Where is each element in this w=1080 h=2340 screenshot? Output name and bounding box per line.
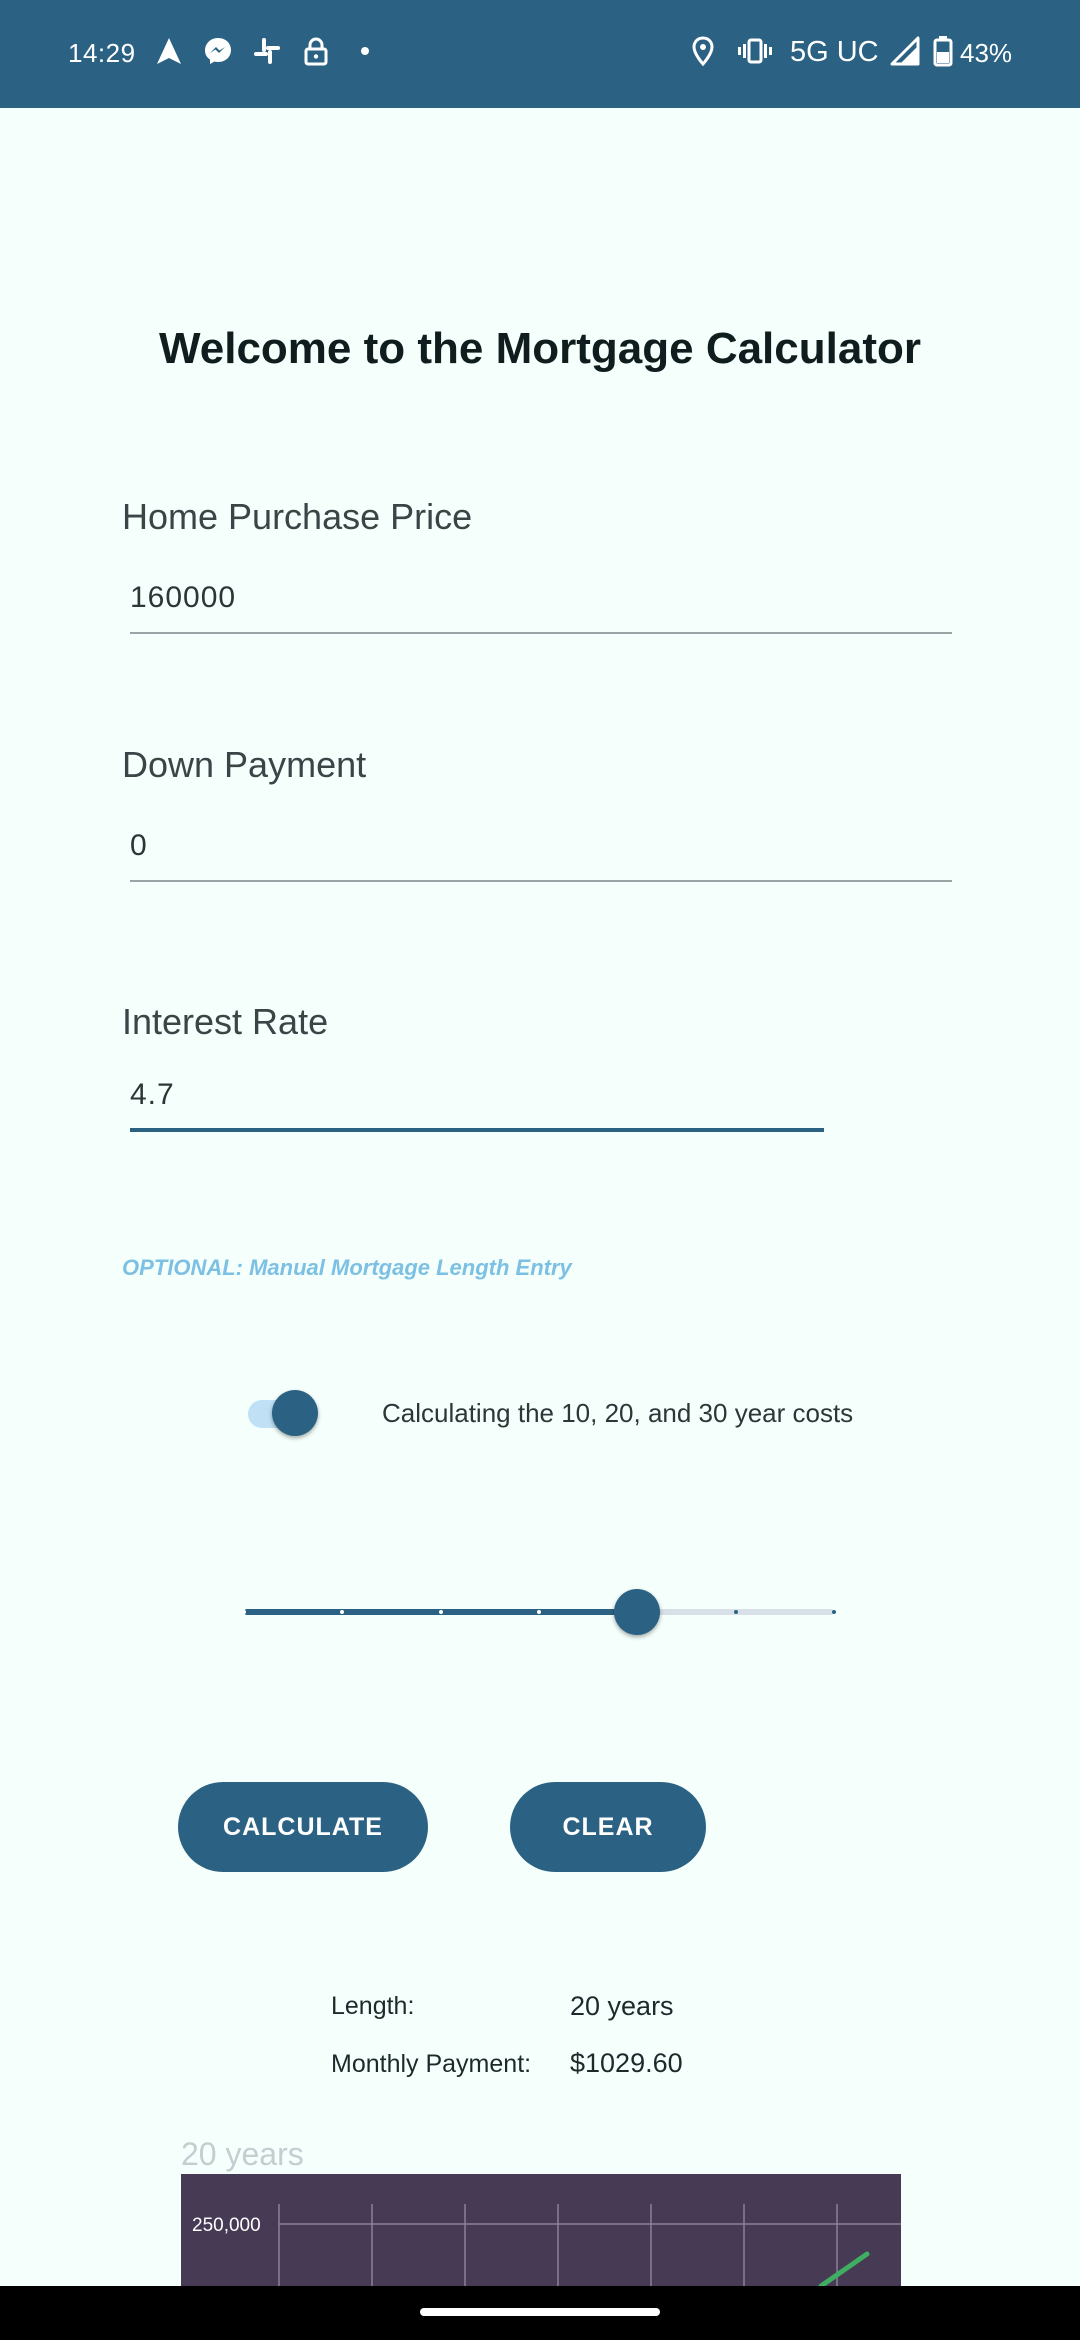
optional-mortgage-length-text: OPTIONAL: Manual Mortgage Length Entry [122, 1255, 572, 1280]
chart-grid [278, 2204, 901, 2286]
slider-tick [438, 1610, 443, 1614]
slider-thumb[interactable] [614, 1589, 661, 1635]
monthly-payment-label: Monthly Payment: [331, 2050, 532, 2078]
lock-icon [299, 34, 333, 68]
notification-dot-icon [348, 34, 382, 68]
down-payment-input[interactable] [130, 812, 952, 882]
toggle-label: Calculating the 10, 20, and 30 year cost… [382, 1398, 854, 1428]
home-gesture-handle[interactable] [420, 2308, 660, 2316]
chart-series-line [818, 2251, 870, 2286]
slider-tick [733, 1610, 738, 1614]
battery-icon [926, 34, 960, 68]
payment-chart: 250,000 [181, 2174, 901, 2286]
slider-tick [242, 1610, 246, 1614]
chart-title: 20 years [181, 2136, 304, 2172]
navigation-arrow-icon [152, 34, 186, 68]
slider-tick [832, 1610, 836, 1614]
y-tick-label: 250,000 [192, 2215, 261, 2236]
chart-svg: 250,000 [192, 2204, 901, 2286]
price-label: Home Purchase Price [122, 496, 473, 537]
status-time: 14:29 [68, 38, 136, 68]
price-input[interactable] [130, 564, 952, 634]
messenger-icon [201, 34, 235, 68]
calculate-button[interactable]: CALCULATE [178, 1782, 428, 1872]
battery-percentage: 43% [960, 38, 1013, 68]
status-bar: 14:29 5G UC 43% [0, 0, 1080, 108]
clear-button[interactable]: CLEAR [510, 1782, 706, 1872]
mortgage-length-slider[interactable] [242, 1585, 836, 1639]
length-value: 20 years [570, 1991, 674, 2021]
toggle-thumb[interactable] [272, 1390, 318, 1436]
mortgage-length-toggle[interactable] [248, 1390, 322, 1436]
interest-rate-input[interactable] [130, 1062, 824, 1132]
location-pin-icon [686, 34, 720, 68]
down-payment-label: Down Payment [122, 744, 367, 785]
slider-tick [537, 1610, 541, 1614]
signal-strength-icon [888, 34, 922, 68]
length-label: Length: [331, 1992, 415, 2020]
network-type: 5G UC [790, 36, 879, 68]
interest-rate-label: Interest Rate [122, 1001, 329, 1042]
navigation-bar [0, 2286, 1080, 2340]
vibrate-icon [738, 34, 772, 68]
monthly-payment-value: $1029.60 [570, 2048, 683, 2078]
slack-icon [250, 34, 284, 68]
page-title: Welcome to the Mortgage Calculator [159, 324, 921, 373]
